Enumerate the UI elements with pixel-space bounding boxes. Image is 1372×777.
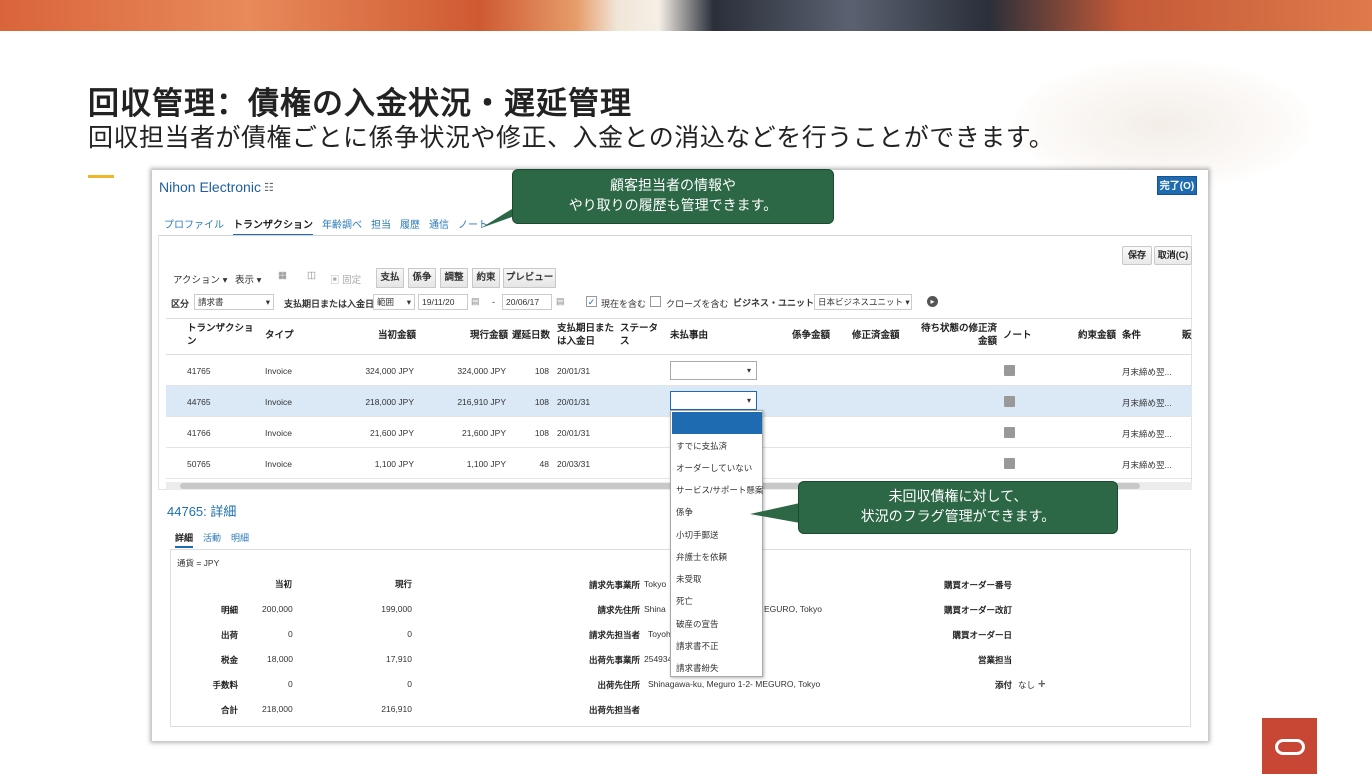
callout-flag-management: 未回収債権に対して、 状況のフラグ管理ができます。 bbox=[798, 481, 1118, 534]
callout-line: 状況のフラグ管理ができます。 bbox=[860, 509, 1056, 525]
callout-line: やり取りの履歴も管理できます。 bbox=[568, 198, 778, 214]
callout-line: 未回収債権に対して、 bbox=[888, 489, 1028, 505]
oracle-logo bbox=[1262, 718, 1317, 774]
callout-pointers bbox=[481, 204, 800, 523]
callout-customer-info: 顧客担当者の情報や やり取りの履歴も管理できます。 bbox=[512, 169, 834, 224]
callout-line: 顧客担当者の情報や bbox=[610, 178, 736, 194]
oracle-ring-icon bbox=[1275, 739, 1305, 755]
callout-pointer bbox=[750, 503, 800, 523]
